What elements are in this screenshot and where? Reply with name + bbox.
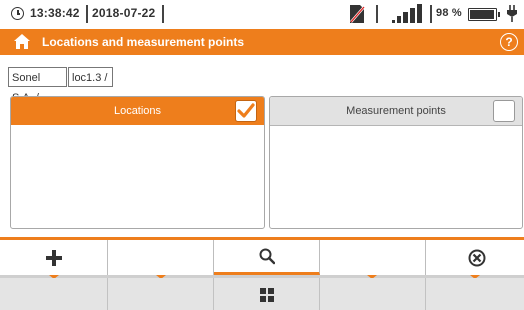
- home-icon[interactable]: [13, 33, 31, 50]
- measurement-points-panel-title: Measurement points: [346, 105, 446, 117]
- add-icon: [46, 250, 62, 266]
- clock-icon: [11, 7, 24, 20]
- locations-checkbox[interactable]: [235, 100, 257, 122]
- grid-icon: [260, 288, 274, 302]
- status-separator: [162, 5, 164, 23]
- signal-strength-icon: [392, 4, 422, 23]
- toolbar-button-empty-1[interactable]: [108, 240, 214, 275]
- measurement-points-checkbox[interactable]: [493, 100, 515, 122]
- title-bar: Locations and measurement points ?: [0, 29, 524, 55]
- search-icon: [259, 248, 275, 265]
- locations-panel[interactable]: Locations: [10, 96, 265, 229]
- bottom-toolbar: [0, 237, 524, 310]
- toolbar-row2-button-1[interactable]: [0, 278, 108, 310]
- locations-panel-title: Locations: [113, 105, 162, 117]
- checkmark-icon: [237, 103, 255, 118]
- toolbar-row2-button-5[interactable]: [426, 278, 524, 310]
- battery-icon: [468, 8, 500, 21]
- battery-percent: 98 %: [436, 7, 462, 19]
- toolbar-row2-button-4[interactable]: [320, 278, 426, 310]
- page-title: Locations and measurement points: [42, 35, 245, 49]
- close-circle-icon: [468, 249, 486, 267]
- status-date: 2018-07-22: [92, 6, 156, 20]
- close-button[interactable]: [426, 240, 524, 275]
- toolbar-button-empty-2[interactable]: [320, 240, 426, 275]
- status-time: 13:38:42: [30, 6, 80, 20]
- status-separator: [86, 5, 88, 23]
- toolbar-row2-button-2[interactable]: [108, 278, 214, 310]
- status-bar: 13:38:42 2018-07-22 98 %: [0, 0, 524, 28]
- search-button[interactable]: [214, 240, 320, 275]
- breadcrumb-item-company[interactable]: Sonel S.A. /: [8, 67, 67, 104]
- help-icon[interactable]: ?: [500, 33, 518, 51]
- status-separator: [376, 5, 378, 23]
- breadcrumb-item-location[interactable]: loc1.3 /: [68, 67, 113, 87]
- status-separator: [430, 5, 432, 23]
- memory-card-icon: [350, 5, 365, 23]
- locations-panel-header[interactable]: Locations: [11, 97, 264, 125]
- measurement-points-panel-header[interactable]: Measurement points: [270, 97, 522, 126]
- add-button[interactable]: [0, 240, 108, 275]
- power-plug-icon: [507, 5, 517, 22]
- measurement-points-panel[interactable]: Measurement points: [269, 96, 523, 229]
- grid-view-button[interactable]: [214, 278, 320, 310]
